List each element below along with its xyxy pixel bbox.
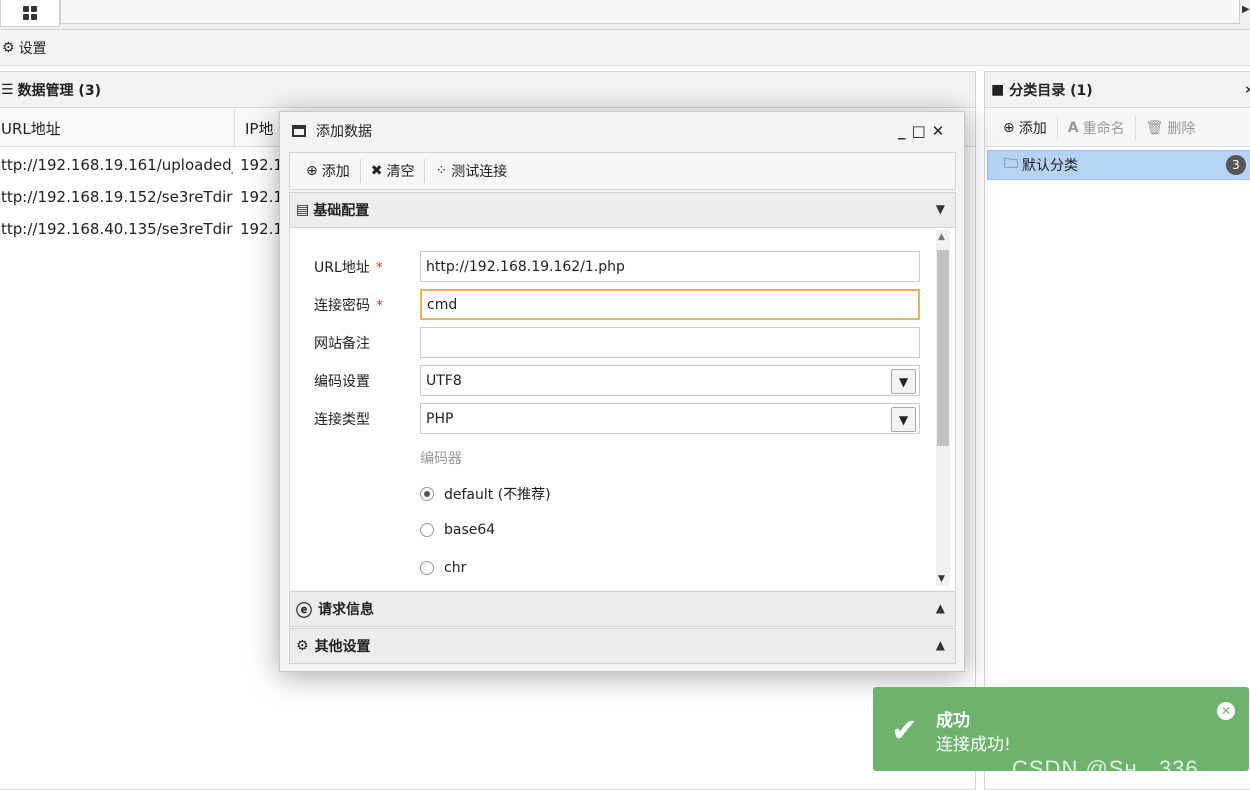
- folder-open-icon: 🗀: [1004, 156, 1018, 172]
- add-button[interactable]: ⊕ 添加: [296, 161, 360, 181]
- checkmark-icon: ✔: [891, 711, 918, 749]
- clear-button[interactable]: ✖ 清空: [361, 161, 425, 181]
- main-toolbar: ⚙ 设置: [0, 30, 1250, 66]
- basic-config-body: URL地址 * http://192.168.19.162/1.php 连接密码 *…: [289, 228, 956, 590]
- form-scrollbar[interactable]: ▲ ▼: [936, 230, 950, 586]
- window-icon: [292, 125, 306, 137]
- tab-strip: [60, 0, 1240, 24]
- clear-label: 清空: [386, 164, 415, 180]
- spinner-icon: ⁘: [435, 163, 448, 179]
- chevron-down-icon: ▼: [935, 202, 945, 216]
- file-icon: ▤: [296, 202, 310, 218]
- x-icon: ✖: [370, 163, 383, 179]
- column-header-url[interactable]: URL地址: [0, 109, 235, 147]
- dialog-titlebar[interactable]: 添加数据: [280, 112, 964, 150]
- tab-scroll-right-icon[interactable]: ▶: [1242, 4, 1250, 15]
- data-panel-header: ☰ 数据管理 (3): [0, 72, 975, 108]
- rename-category-label: 重命名: [1082, 120, 1125, 137]
- dialog-toolbar: ⊕ 添加 ✖ 清空 ⁘ 测试连接: [289, 152, 956, 190]
- plus-circle-icon: ⊕: [1003, 119, 1015, 136]
- chevron-down-icon[interactable]: ▼: [891, 369, 916, 394]
- radio-selected-icon: [420, 487, 434, 501]
- encoder-option-chr[interactable]: chr: [420, 560, 466, 576]
- grid-icon: [23, 6, 37, 20]
- scroll-up-icon[interactable]: ▲: [938, 232, 945, 242]
- category-item-label: 默认分类: [1022, 158, 1078, 174]
- category-count-badge: 3: [1226, 155, 1246, 175]
- encoding-label: 编码设置: [314, 374, 370, 390]
- trash-icon: 🗑: [1145, 119, 1164, 136]
- encoder-option-default[interactable]: default (不推荐): [420, 484, 551, 504]
- basic-config-header[interactable]: ▤ 基础配置 ▼: [289, 192, 956, 228]
- window-controls: _ □ ✕: [898, 122, 944, 140]
- password-field[interactable]: cmd: [420, 289, 920, 320]
- scrollbar-thumb[interactable]: [937, 250, 949, 446]
- ie-icon: ⓔ: [296, 601, 313, 620]
- toast-title: 成功: [936, 711, 970, 731]
- close-icon[interactable]: ✕: [932, 122, 945, 140]
- add-data-dialog: 添加数据 _ □ ✕ ⊕ 添加 ✖ 清空 ⁘ 测试连接 ▤ 基础配置 ▼ URL…: [279, 111, 965, 672]
- connection-type-value: PHP: [426, 410, 454, 427]
- close-icon[interactable]: ✕: [1217, 702, 1235, 720]
- font-icon: A: [1067, 119, 1079, 136]
- toast-message: 连接成功!: [936, 735, 1011, 755]
- other-settings-header[interactable]: ⚙ 其他设置 ▲: [289, 628, 956, 664]
- row-url: ttp://192.168.19.152/se3reTdir77: [1, 188, 233, 206]
- note-field[interactable]: [420, 327, 920, 358]
- settings-label: 设置: [18, 40, 47, 57]
- encoder-option-label: base64: [444, 522, 496, 538]
- password-label: 连接密码 *: [314, 298, 383, 314]
- settings-button[interactable]: ⚙ 设置: [2, 38, 47, 58]
- request-info-header[interactable]: ⓔ 请求信息 ▲: [289, 591, 956, 627]
- plus-circle-icon: ⊕: [306, 163, 318, 179]
- collapse-right-icon[interactable]: ›: [1245, 80, 1250, 98]
- encoder-option-label: default (不推荐): [444, 487, 551, 503]
- minimize-icon[interactable]: _: [898, 122, 906, 140]
- add-category-button[interactable]: ⊕ 添加: [985, 118, 1057, 138]
- add-category-label: 添加: [1018, 120, 1047, 137]
- folder-icon: ■: [991, 81, 1005, 98]
- url-label: URL地址 *: [314, 260, 383, 276]
- encoding-value: UTF8: [426, 372, 462, 389]
- chevron-down-icon[interactable]: ▼: [891, 407, 916, 432]
- basic-config-title: 基础配置: [313, 203, 370, 219]
- encoder-option-base64[interactable]: base64: [420, 522, 495, 538]
- chevron-up-icon: ▲: [935, 638, 945, 652]
- scroll-down-icon[interactable]: ▼: [938, 574, 945, 584]
- radio-icon: [420, 561, 434, 575]
- other-settings-title: 其他设置: [314, 639, 371, 655]
- delete-category-label: 删除: [1167, 120, 1196, 137]
- request-info-title: 请求信息: [318, 602, 375, 618]
- encoder-option-label: chr: [444, 560, 467, 576]
- category-toolbar: ⊕ 添加 A 重命名 🗑 删除: [985, 109, 1250, 147]
- gear-icon: ⚙: [2, 39, 15, 56]
- chevron-up-icon: ▲: [935, 601, 945, 615]
- connection-type-select[interactable]: PHP ▼: [420, 403, 920, 434]
- url-field[interactable]: http://192.168.19.162/1.php: [420, 251, 920, 282]
- data-panel-title: 数据管理 (3): [17, 82, 101, 99]
- encoding-select[interactable]: UTF8 ▼: [420, 365, 920, 396]
- gears-icon: ⚙: [296, 638, 309, 654]
- row-url: ttp://192.168.19.161/uploaded_i: [1, 156, 233, 174]
- category-item-default[interactable]: 🗀 默认分类 3: [987, 150, 1250, 180]
- add-label: 添加: [321, 164, 350, 180]
- rename-category-button[interactable]: A 重命名: [1058, 118, 1135, 138]
- test-connection-button[interactable]: ⁘ 测试连接: [425, 161, 517, 181]
- tab-home[interactable]: [0, 0, 60, 27]
- delete-category-button[interactable]: 🗑 删除: [1136, 118, 1206, 138]
- category-panel: ■ 分类目录 (1) › ⊕ 添加 A 重命名 🗑 删除 🗀 默认分类 3: [984, 71, 1250, 790]
- category-panel-title: 分类目录 (1): [1009, 82, 1093, 99]
- row-url: ttp://192.168.40.135/se3reTdir77: [1, 220, 233, 238]
- radio-icon: [420, 523, 434, 537]
- connection-type-label: 连接类型: [314, 412, 370, 428]
- category-panel-header: ■ 分类目录 (1) ›: [985, 72, 1250, 108]
- list-icon: ☰: [1, 81, 14, 98]
- watermark: CSDN @Sн . 336: [1012, 756, 1199, 781]
- maximize-icon[interactable]: □: [912, 122, 926, 140]
- test-connection-label: 测试连接: [451, 164, 508, 180]
- tab-bar: ▶: [0, 0, 1250, 30]
- note-label: 网站备注: [314, 336, 370, 352]
- dialog-title: 添加数据: [316, 124, 372, 140]
- encoder-label: 编码器: [420, 451, 462, 467]
